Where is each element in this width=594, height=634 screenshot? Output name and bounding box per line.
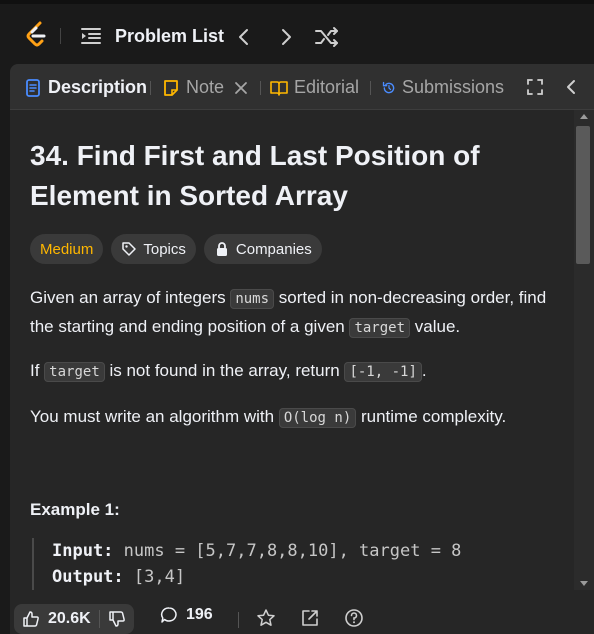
text: Given an array of integers bbox=[30, 288, 231, 307]
divider bbox=[238, 612, 239, 628]
example-input-line: Input: nums = [5,7,7,8,8,10], target = 8 bbox=[52, 538, 552, 564]
tab-description[interactable]: Description bbox=[24, 77, 147, 98]
text: value. bbox=[410, 317, 461, 336]
tab-label: Editorial bbox=[294, 77, 360, 97]
chevron-left-icon[interactable] bbox=[564, 78, 578, 96]
input-value: nums = [5,7,7,8,8,10], target = 8 bbox=[113, 541, 462, 561]
difficulty-badge: Medium bbox=[30, 234, 104, 264]
example-heading: Example 1: bbox=[30, 500, 120, 519]
tab-label: Description bbox=[48, 77, 148, 97]
inline-code: nums bbox=[230, 289, 275, 309]
description-panel: Description Note Editorial Submissions 3… bbox=[10, 64, 594, 634]
output-value: [3,4] bbox=[123, 567, 186, 587]
action-footer: 20.6K 196 bbox=[10, 602, 574, 634]
share-icon[interactable] bbox=[300, 608, 320, 628]
inline-code: target bbox=[44, 362, 105, 382]
lock-icon bbox=[216, 242, 227, 256]
tab-divider bbox=[260, 81, 261, 95]
dislike-button[interactable] bbox=[100, 604, 134, 634]
description-icon bbox=[26, 78, 40, 97]
scroll-up-arrow-icon[interactable] bbox=[580, 114, 588, 119]
text: is not found in the array, return bbox=[104, 361, 345, 380]
like-button[interactable]: 20.6K bbox=[14, 604, 99, 634]
description-paragraph: Given an array of integers nums sorted i… bbox=[30, 284, 560, 342]
tab-divider bbox=[150, 81, 151, 95]
problem-title[interactable]: 34. Find First and Last Position of Elem… bbox=[30, 136, 550, 216]
output-label: Output: bbox=[52, 567, 124, 587]
tag-row: Medium Topics Companies bbox=[30, 234, 322, 264]
topics-label: Topics bbox=[143, 240, 186, 258]
comments-button[interactable]: 196 bbox=[160, 606, 213, 624]
topics-button[interactable]: Topics bbox=[111, 234, 196, 264]
problem-description: 34. Find First and Last Position of Elem… bbox=[10, 110, 574, 590]
divider bbox=[60, 28, 61, 44]
text: runtime complexity. bbox=[356, 407, 507, 426]
comment-icon bbox=[160, 607, 177, 623]
book-icon bbox=[270, 80, 288, 96]
expand-icon[interactable] bbox=[526, 78, 544, 96]
input-label: Input: bbox=[52, 541, 114, 561]
inline-code: O(log n) bbox=[278, 408, 357, 428]
tab-note[interactable]: Note bbox=[162, 77, 248, 98]
star-icon[interactable] bbox=[256, 608, 276, 628]
scrollbar[interactable] bbox=[574, 110, 594, 590]
text: If bbox=[30, 361, 45, 380]
companies-label: Companies bbox=[235, 240, 312, 258]
top-navbar: Problem List bbox=[0, 0, 594, 66]
problem-list-icon[interactable] bbox=[80, 26, 102, 46]
chevron-left-icon[interactable] bbox=[234, 24, 254, 50]
inline-code: [-1, -1] bbox=[344, 362, 422, 382]
tab-editorial[interactable]: Editorial bbox=[270, 77, 359, 98]
description-paragraph: You must write an algorithm with O(log n… bbox=[30, 403, 560, 432]
text: You must write an algorithm with bbox=[30, 407, 279, 426]
tag-icon bbox=[122, 242, 137, 256]
thumbs-down-icon bbox=[108, 611, 125, 627]
difficulty-label: Medium bbox=[40, 240, 94, 258]
vote-group: 20.6K bbox=[14, 604, 134, 634]
leetcode-logo-icon[interactable] bbox=[24, 20, 50, 50]
description-paragraph: If target is not found in the array, ret… bbox=[30, 357, 560, 386]
thumbs-up-icon bbox=[23, 611, 39, 627]
tab-bar: Description Note Editorial Submissions bbox=[10, 64, 594, 110]
help-icon[interactable] bbox=[344, 608, 364, 628]
inline-code: target bbox=[349, 318, 411, 338]
like-count: 20.6K bbox=[48, 610, 91, 627]
tab-label: Submissions bbox=[401, 77, 504, 97]
close-icon[interactable] bbox=[234, 81, 248, 95]
note-icon bbox=[164, 79, 178, 96]
tab-divider bbox=[370, 81, 371, 95]
shuffle-icon[interactable] bbox=[314, 26, 340, 48]
comment-count: 196 bbox=[186, 606, 213, 623]
tab-label: Note bbox=[186, 77, 225, 97]
tab-submissions[interactable]: Submissions bbox=[382, 77, 504, 98]
example-block: Input: nums = [5,7,7,8,8,10], target = 8… bbox=[32, 538, 552, 590]
example-output-line: Output: [3,4] bbox=[52, 564, 552, 590]
scrollbar-thumb[interactable] bbox=[576, 126, 590, 264]
companies-button[interactable]: Companies bbox=[203, 234, 322, 264]
problem-list-link[interactable]: Problem List bbox=[115, 26, 224, 47]
history-icon bbox=[382, 81, 395, 93]
chevron-right-icon[interactable] bbox=[276, 24, 296, 50]
scroll-down-arrow-icon[interactable] bbox=[580, 581, 588, 586]
text: . bbox=[421, 361, 427, 380]
